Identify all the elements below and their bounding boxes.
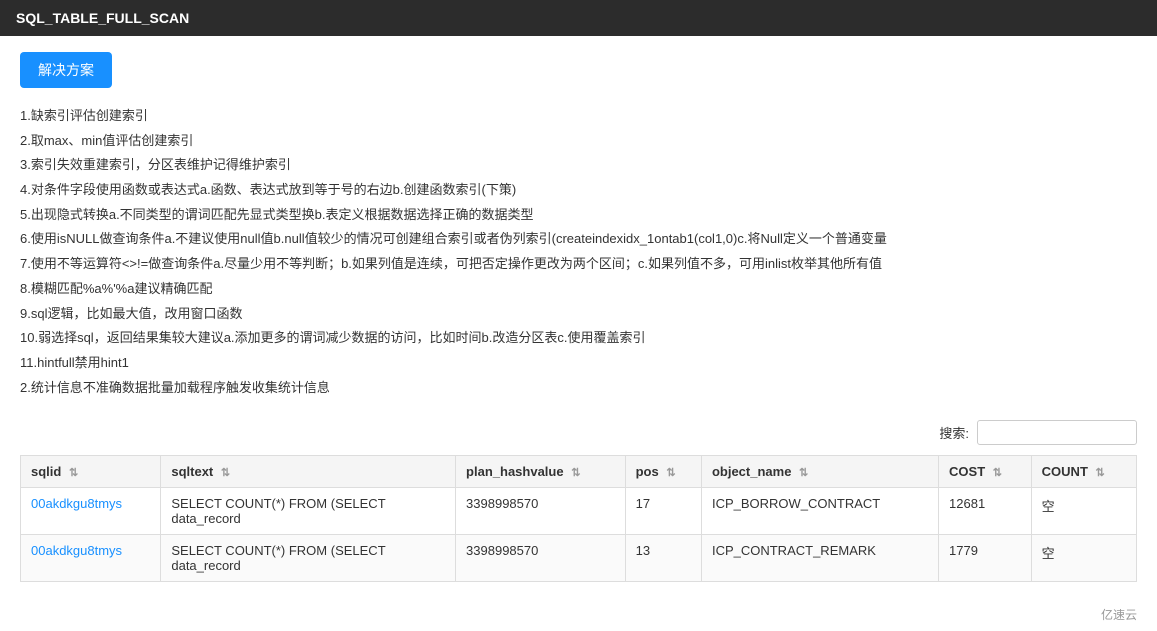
search-input[interactable] xyxy=(977,420,1137,445)
solution-item: 11.hintfull禁用hint1 xyxy=(20,351,1137,376)
cell-pos: 17 xyxy=(625,488,701,535)
sqlid-link[interactable]: 00akdkgu8tmys xyxy=(31,496,122,511)
sort-icon-plan: ⇅ xyxy=(571,466,580,479)
cell-sqlid: 00akdkgu8tmys xyxy=(21,488,161,535)
solution-item: 2.取max、min值评估创建索引 xyxy=(20,129,1137,154)
search-label: 搜索: xyxy=(939,423,969,442)
data-table: sqlid ⇅ sqltext ⇅ plan_hashvalue ⇅ pos ⇅… xyxy=(20,455,1137,582)
solution-item: 1.缺索引评估创建索引 xyxy=(20,104,1137,129)
col-header-cost[interactable]: COST ⇅ xyxy=(939,456,1032,488)
cell-sqltext: SELECT COUNT(*) FROM (SELECTdata_record xyxy=(161,535,456,582)
table-row: 00akdkgu8tmys SELECT COUNT(*) FROM (SELE… xyxy=(21,535,1137,582)
solve-button[interactable]: 解决方案 xyxy=(20,52,112,88)
cell-pos: 13 xyxy=(625,535,701,582)
table-row: 00akdkgu8tmys SELECT COUNT(*) FROM (SELE… xyxy=(21,488,1137,535)
solution-item: 6.使用isNULL做查询条件a.不建议使用null值b.null值较少的情况可… xyxy=(20,227,1137,252)
solution-item: 10.弱选择sql，返回结果集较大建议a.添加更多的谓词减少数据的访问，比如时间… xyxy=(20,326,1137,351)
sort-icon-sqlid: ⇅ xyxy=(69,466,78,479)
sort-icon-cost: ⇅ xyxy=(993,466,1002,479)
cell-object-name: ICP_CONTRACT_REMARK xyxy=(701,535,938,582)
cell-cost: 1779 xyxy=(939,535,1032,582)
table-header-row: sqlid ⇅ sqltext ⇅ plan_hashvalue ⇅ pos ⇅… xyxy=(21,456,1137,488)
footer-brand: 亿速云 xyxy=(0,598,1157,631)
solution-item: 8.模糊匹配%a%'%a建议精确匹配 xyxy=(20,277,1137,302)
col-header-sqlid[interactable]: sqlid ⇅ xyxy=(21,456,161,488)
col-header-plan-hashvalue[interactable]: plan_hashvalue ⇅ xyxy=(456,456,626,488)
sort-icon-pos: ⇅ xyxy=(666,466,675,479)
header-bar: SQL_TABLE_FULL_SCAN xyxy=(0,0,1157,36)
sort-icon-count: ⇅ xyxy=(1096,466,1105,479)
cell-plan-hashvalue: 3398998570 xyxy=(456,488,626,535)
col-header-object-name[interactable]: object_name ⇅ xyxy=(701,456,938,488)
cell-count: 空 xyxy=(1031,535,1136,582)
cell-count: 空 xyxy=(1031,488,1136,535)
solution-item: 2.统计信息不准确数据批量加载程序触发收集统计信息 xyxy=(20,376,1137,401)
solution-item: 3.索引失效重建索引，分区表维护记得维护索引 xyxy=(20,153,1137,178)
solution-item: 4.对条件字段使用函数或表达式a.函数、表达式放到等于号的右边b.创建函数索引(… xyxy=(20,178,1137,203)
col-header-count[interactable]: COUNT ⇅ xyxy=(1031,456,1136,488)
cell-sqltext: SELECT COUNT(*) FROM (SELECTdata_record xyxy=(161,488,456,535)
sort-icon-sqltext: ⇅ xyxy=(221,466,230,479)
solution-item: 7.使用不等运算符<>!=做查询条件a.尽量少用不等判断；b.如果列值是连续，可… xyxy=(20,252,1137,277)
col-header-sqltext[interactable]: sqltext ⇅ xyxy=(161,456,456,488)
cell-cost: 12681 xyxy=(939,488,1032,535)
cell-plan-hashvalue: 3398998570 xyxy=(456,535,626,582)
solution-item: 5.出现隐式转换a.不同类型的谓词匹配先显式类型换b.表定义根据数据选择正确的数… xyxy=(20,203,1137,228)
cell-sqlid: 00akdkgu8tmys xyxy=(21,535,161,582)
sqlid-link[interactable]: 00akdkgu8tmys xyxy=(31,543,122,558)
solution-list: 1.缺索引评估创建索引2.取max、min值评估创建索引3.索引失效重建索引，分… xyxy=(20,104,1137,400)
search-bar: 搜索: xyxy=(20,420,1137,445)
col-header-pos[interactable]: pos ⇅ xyxy=(625,456,701,488)
header-title: SQL_TABLE_FULL_SCAN xyxy=(16,10,189,26)
brand-label: 亿速云 xyxy=(1101,608,1137,622)
solution-item: 9.sql逻辑，比如最大值，改用窗口函数 xyxy=(20,302,1137,327)
sort-icon-object: ⇅ xyxy=(799,466,808,479)
content-area: 解决方案 1.缺索引评估创建索引2.取max、min值评估创建索引3.索引失效重… xyxy=(0,36,1157,598)
cell-object-name: ICP_BORROW_CONTRACT xyxy=(701,488,938,535)
